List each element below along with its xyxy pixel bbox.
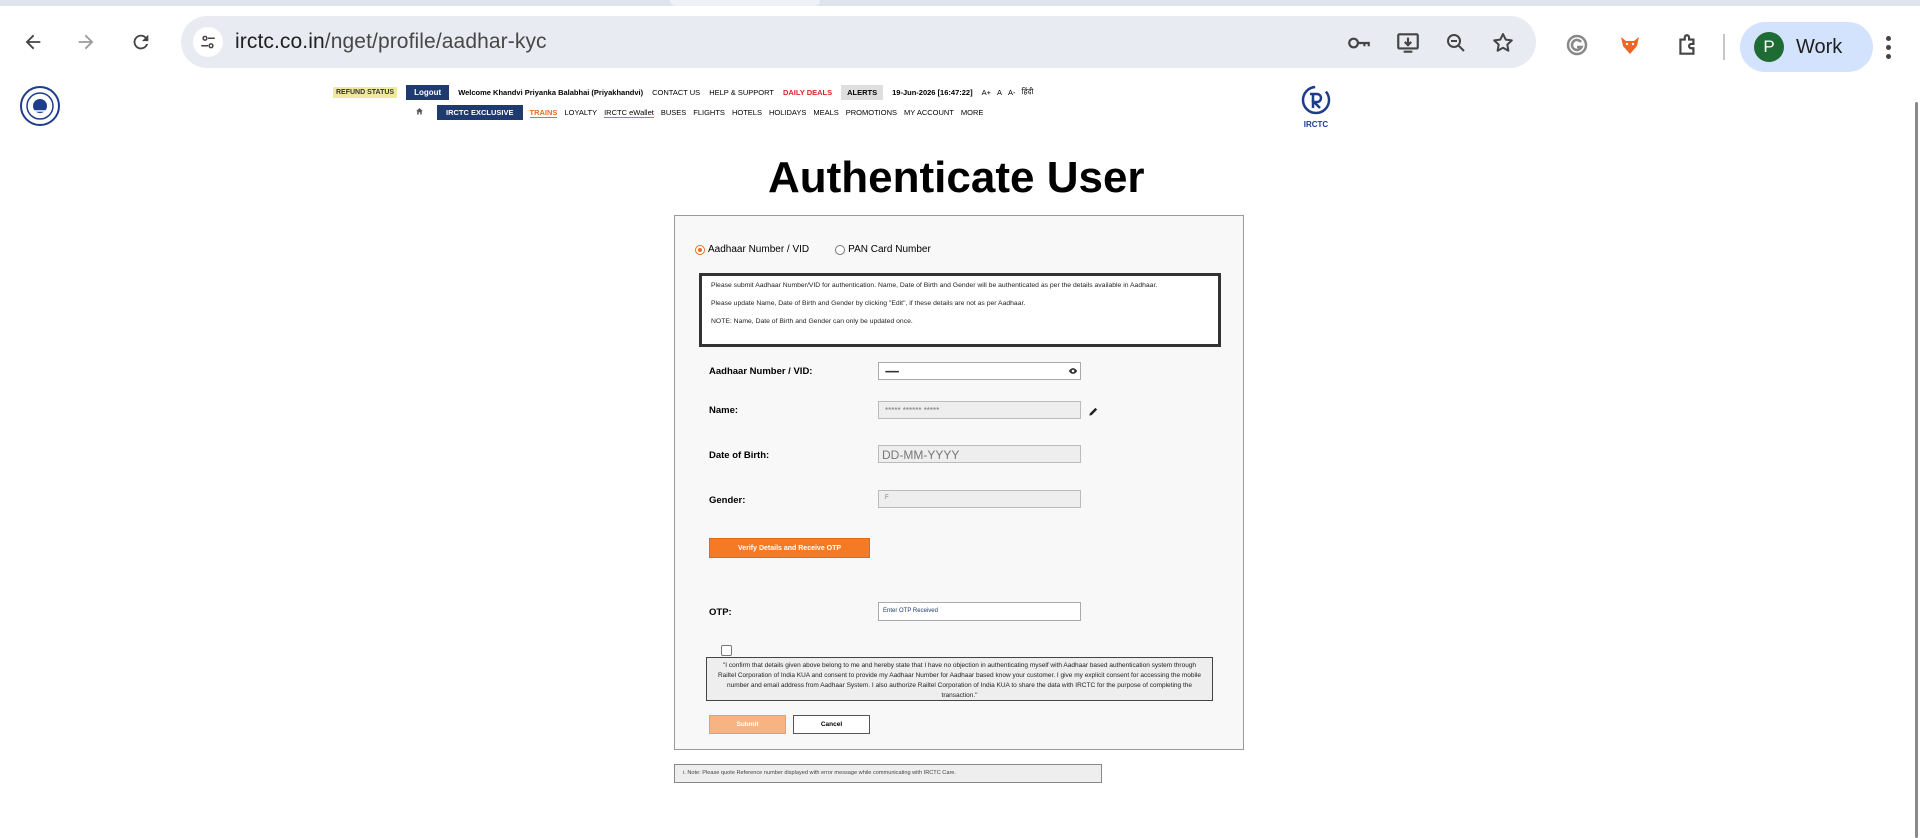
font-increase-button[interactable]: A+ — [982, 88, 991, 97]
notice-text: Please submit Aadhaar Number/VID for aut… — [711, 282, 1158, 289]
cancel-button[interactable]: Cancel — [793, 715, 870, 734]
arrow-right-icon — [78, 34, 94, 50]
authentication-form: Aadhaar Number / VID PAN Card Number Ple… — [674, 215, 1244, 750]
irctc-logo-icon — [1301, 85, 1331, 115]
welcome-text: Welcome Khandvi Priyanka Balabhai (Priya… — [458, 87, 644, 97]
extensions-puzzle-icon[interactable] — [1675, 32, 1701, 58]
home-icon[interactable] — [415, 107, 424, 118]
indian-railways-emblem-icon[interactable] — [20, 86, 60, 126]
profile-button[interactable]: P Work — [1740, 22, 1873, 72]
logout-button[interactable]: Logout — [406, 84, 450, 100]
pan-radio-label[interactable]: PAN Card Number — [848, 244, 931, 255]
name-input[interactable]: ***** ****** ***** — [878, 401, 1081, 419]
consent-text: "I confirm that details given above belo… — [706, 657, 1213, 701]
instruction-notice: Please submit Aadhaar Number/VID for aut… — [699, 273, 1221, 347]
contact-us-link[interactable]: CONTACT US — [652, 88, 700, 97]
toolbar-divider — [1723, 34, 1725, 60]
reload-button[interactable] — [126, 27, 156, 57]
nav-item-ewallet[interactable]: IRCTC eWallet — [604, 108, 654, 118]
gender-label: Gender: — [709, 495, 746, 506]
edit-pencil-icon[interactable] — [1088, 404, 1099, 422]
main-nav: IRCTC EXCLUSIVE TRAINS LOYALTY IRCTC eWa… — [415, 105, 990, 120]
daily-deals-link[interactable]: DAILY DEALS — [783, 88, 832, 97]
help-support-link[interactable]: HELP & SUPPORT — [709, 88, 774, 97]
irctc-exclusive-button[interactable]: IRCTC EXCLUSIVE — [437, 105, 523, 120]
submit-button[interactable]: Submit — [709, 715, 786, 734]
page-content: REFUND STATUS Logout Welcome Khandvi Pri… — [0, 78, 1920, 838]
otp-label: OTP: — [709, 607, 732, 618]
more-menu-icon[interactable] — [1875, 32, 1901, 62]
dob-input[interactable]: DD-MM-YYYY — [878, 445, 1081, 463]
otp-input[interactable]: Enter OTP Received — [878, 602, 1081, 621]
scrollbar[interactable] — [1915, 102, 1918, 838]
datetime-text: 19-Jun-2026 [16:47:22] — [892, 87, 973, 97]
consent-checkbox[interactable] — [721, 645, 732, 656]
font-normal-button[interactable]: A — [997, 88, 1002, 97]
pan-radio[interactable] — [835, 244, 846, 255]
profile-name: Work — [1796, 36, 1843, 58]
hindi-language-link[interactable]: हिंदी — [1022, 87, 1034, 97]
aadhaar-input[interactable]: •••••••••••• — [878, 362, 1081, 380]
nav-item-my-account[interactable]: MY ACCOUNT — [904, 108, 954, 117]
dob-label: Date of Birth: — [709, 450, 770, 461]
arrow-left-icon — [25, 34, 41, 50]
notice-text: Please update Name, Date of Birth and Ge… — [711, 300, 1026, 307]
id-type-selector: Aadhaar Number / VID PAN Card Number — [695, 244, 957, 255]
verify-details-button[interactable]: Verify Details and Receive OTP — [709, 538, 870, 558]
alerts-button[interactable]: ALERTS — [841, 84, 884, 100]
browser-toolbar: irctc.co.in/nget/profile/aadhar-kyc P Wo… — [0, 6, 1920, 78]
bookmark-star-icon[interactable] — [1490, 30, 1516, 56]
aadhaar-input-value: •••••••••••• — [885, 370, 899, 376]
irctc-logo-text: IRCTC — [1303, 120, 1329, 129]
grammarly-extension-icon[interactable] — [1564, 32, 1590, 58]
key-icon[interactable] — [1346, 30, 1372, 56]
notice-text: NOTE: Name, Date of Birth and Gender can… — [711, 318, 913, 325]
nav-item-loyalty[interactable]: LOYALTY — [564, 108, 597, 117]
name-label: Name: — [709, 405, 739, 416]
nav-item-promotions[interactable]: PROMOTIONS — [846, 108, 897, 117]
eye-icon[interactable] — [1068, 366, 1078, 378]
irctc-logo[interactable]: IRCTC — [1296, 84, 1336, 129]
top-header: REFUND STATUS Logout Welcome Khandvi Pri… — [333, 84, 1042, 100]
back-button[interactable] — [18, 27, 48, 57]
font-decrease-button[interactable]: A- — [1008, 88, 1016, 97]
footnote: i. Note: Please quote Reference number d… — [674, 764, 1102, 783]
aadhaar-radio[interactable] — [695, 244, 705, 255]
nav-item-buses[interactable]: BUSES — [661, 108, 686, 117]
site-settings-icon[interactable] — [193, 27, 223, 57]
fox-extension-icon[interactable] — [1617, 32, 1643, 58]
install-app-icon[interactable] — [1395, 30, 1421, 56]
nav-item-hotels[interactable]: HOTELS — [732, 108, 762, 117]
nav-item-holidays[interactable]: HOLIDAYS — [769, 108, 806, 117]
zoom-icon[interactable] — [1443, 30, 1469, 56]
reload-icon — [133, 34, 149, 50]
refund-status-link[interactable]: REFUND STATUS — [333, 86, 398, 98]
forward-button[interactable] — [71, 27, 101, 57]
aadhaar-label: Aadhaar Number / VID: — [709, 366, 813, 377]
aadhaar-radio-label[interactable]: Aadhaar Number / VID — [708, 244, 809, 255]
nav-item-more[interactable]: MORE — [961, 108, 984, 117]
gender-select[interactable]: F — [878, 490, 1081, 508]
url-text[interactable]: irctc.co.in/nget/profile/aadhar-kyc — [235, 30, 547, 54]
nav-item-meals[interactable]: MEALS — [813, 108, 838, 117]
address-bar[interactable]: irctc.co.in/nget/profile/aadhar-kyc — [181, 16, 1536, 68]
nav-item-trains[interactable]: TRAINS — [529, 108, 558, 118]
nav-item-flights[interactable]: FLIGHTS — [693, 108, 725, 117]
avatar: P — [1754, 32, 1784, 62]
